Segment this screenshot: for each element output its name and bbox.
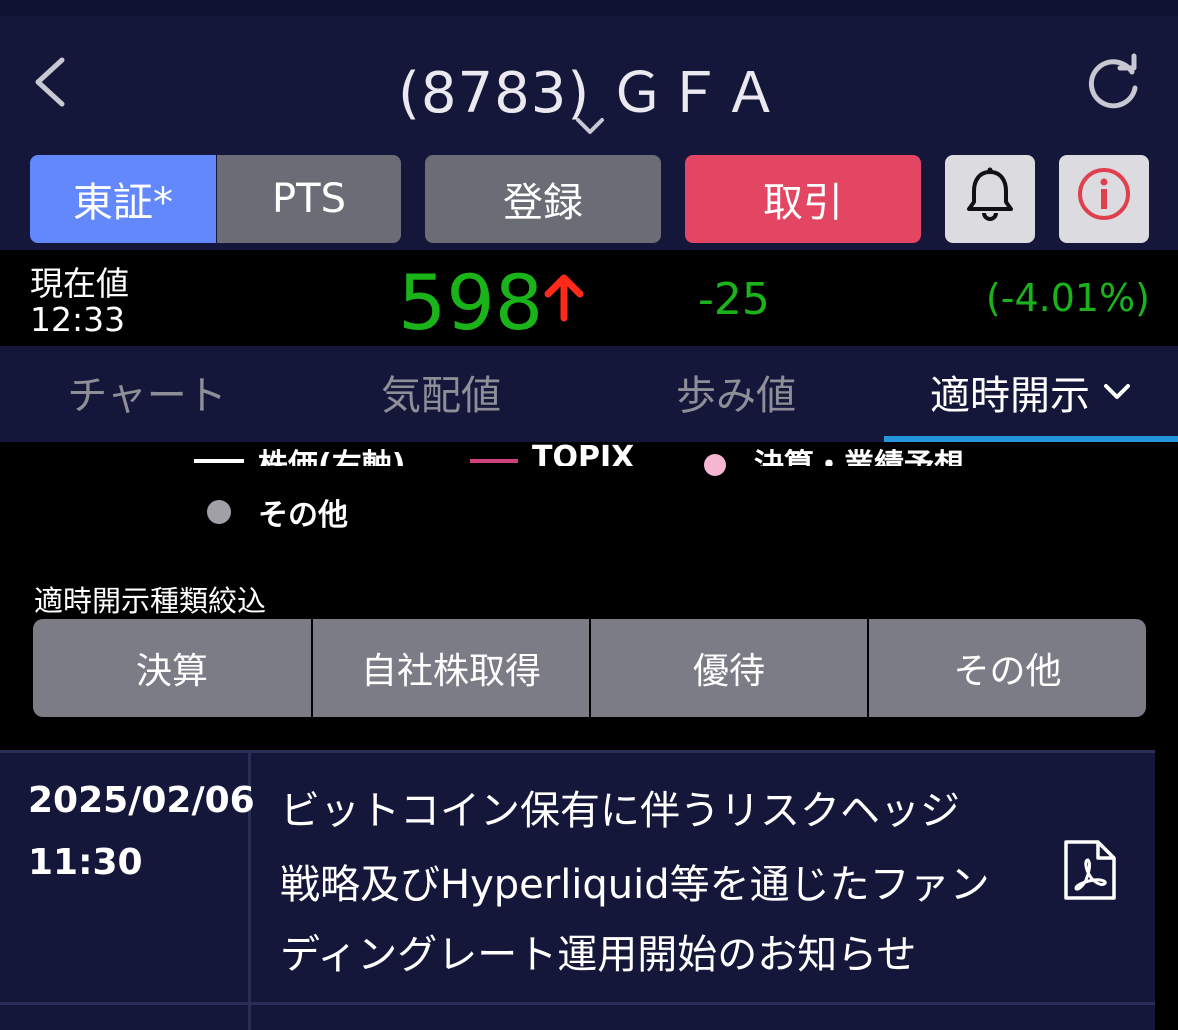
pdf-icon[interactable] bbox=[1062, 838, 1118, 902]
legend-earnings-label: 決算・業績予想 bbox=[754, 448, 964, 466]
divider bbox=[0, 750, 1155, 753]
arrow-up-icon bbox=[542, 274, 586, 322]
filter-other-button[interactable]: その他 bbox=[869, 619, 1146, 717]
filter-shareholder-benefit-button[interactable]: 優待 bbox=[591, 619, 867, 717]
tab-disclosure[interactable]: 適時開示 bbox=[884, 346, 1178, 438]
disclosure-title-line[interactable]: ビットコイン保有に伴うリスクヘッジ bbox=[280, 778, 960, 836]
register-button[interactable]: 登録 bbox=[425, 155, 661, 243]
legend-stock-label: 株価(右軸) bbox=[258, 448, 406, 466]
price-change-percent: (-4.01%) bbox=[985, 276, 1150, 320]
info-icon bbox=[1076, 166, 1132, 232]
trade-button[interactable]: 取引 bbox=[685, 155, 921, 243]
divider bbox=[0, 1002, 1155, 1005]
tab-chart[interactable]: チャート bbox=[0, 346, 294, 438]
tab-quote-board[interactable]: 気配値 bbox=[294, 346, 588, 438]
disclosure-title-line[interactable]: ディングレート運用開始のお知らせ bbox=[280, 922, 916, 980]
filter-label: 適時開示種類絞込 bbox=[34, 584, 267, 618]
disclosure-time: 11:30 bbox=[28, 842, 143, 883]
market-segment-tosho[interactable]: 東証* bbox=[30, 155, 216, 243]
price-change: -25 bbox=[698, 274, 770, 325]
legend-other-swatch bbox=[207, 500, 231, 524]
price-time: 12:33 bbox=[30, 300, 126, 339]
legend-stock-swatch bbox=[194, 459, 244, 463]
disclosure-date: 2025/02/06 bbox=[28, 780, 255, 821]
chevron-down-icon bbox=[1102, 381, 1132, 403]
price-label: 現在値 bbox=[30, 264, 129, 303]
market-segment-pts[interactable]: PTS bbox=[217, 155, 401, 243]
alert-button[interactable] bbox=[945, 155, 1035, 243]
tab-tick-history[interactable]: 歩み値 bbox=[588, 346, 884, 438]
info-button[interactable] bbox=[1059, 155, 1149, 243]
legend-topix-label: TOPIX bbox=[532, 440, 635, 466]
legend-earnings-swatch bbox=[704, 454, 726, 476]
refresh-icon[interactable] bbox=[1082, 52, 1144, 114]
status-band bbox=[0, 0, 1178, 16]
tab-disclosure-label: 適時開示 bbox=[930, 373, 1090, 419]
current-price: 598 bbox=[398, 258, 544, 347]
legend-other-label: その他 bbox=[258, 498, 348, 533]
filter-earnings-button[interactable]: 決算 bbox=[33, 619, 311, 717]
chevron-down-icon[interactable] bbox=[572, 112, 608, 140]
bell-icon bbox=[964, 166, 1016, 232]
filter-buyback-button[interactable]: 自社株取得 bbox=[313, 619, 589, 717]
legend-topix-swatch bbox=[470, 459, 518, 463]
disclosure-title-line[interactable]: 戦略及びHyperliquid等を通じたファン bbox=[280, 852, 990, 910]
